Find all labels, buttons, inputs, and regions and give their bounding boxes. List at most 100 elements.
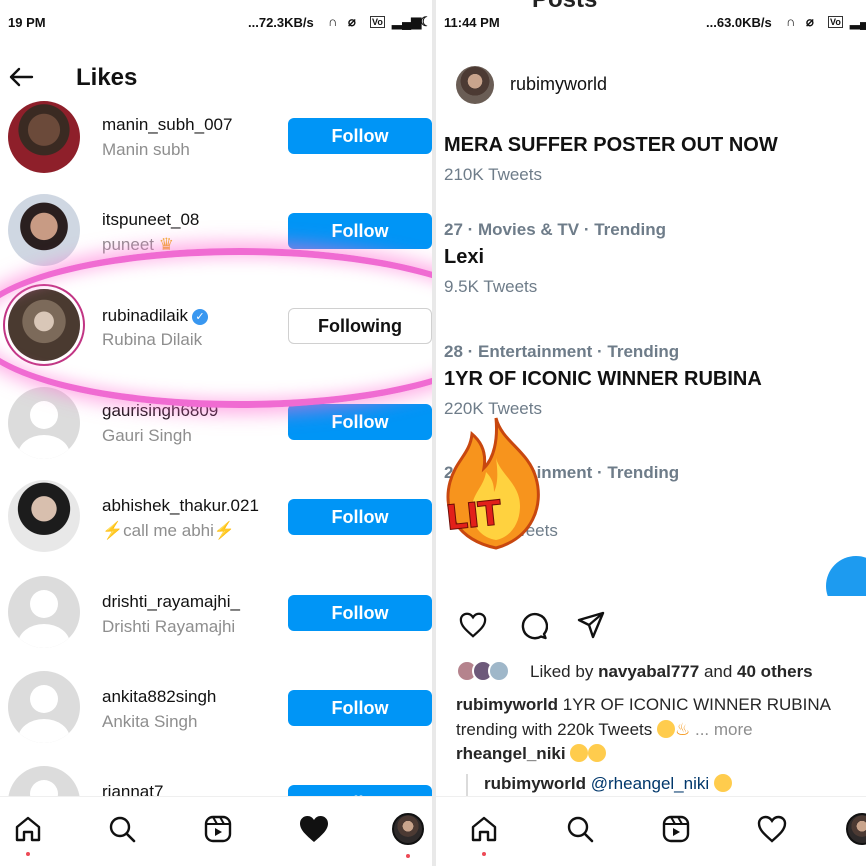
full-name-text: puneet [102,235,154,254]
trend-name: MERA SUFFER POSTER OUT NOW [444,134,778,156]
liked-by-row[interactable]: Liked by navyabal777 and 40 others [456,660,866,684]
username[interactable]: drishti_rayamajhi_ [102,592,240,612]
profile-avatar[interactable] [390,811,426,858]
status-bar: 11:44 PM ...63.0KB/s ∩ ⌀ Vo ▂▄ [436,0,866,44]
lit-fire-sticker: LIT [436,414,556,564]
sticker-text: LIT [444,493,503,539]
trend-item: 27 · Movies & TV · Trending Lexi 9.5K Tw… [444,220,666,297]
full-name: Gauri Singh [102,426,192,445]
reply-thread-line [466,774,468,796]
default-avatar-icon[interactable] [8,576,80,648]
notification-dot [406,854,410,858]
full-name: puneet ♛ [102,235,174,255]
follow-button[interactable]: Follow [288,118,432,154]
like-row-highlighted[interactable]: rubinadilaik ✓ Rubina Dilaik Following [0,289,432,387]
username[interactable]: rubinadilaik ✓ [102,306,208,326]
avatar[interactable] [8,101,80,173]
username[interactable]: gaurisingh6809 [102,401,218,421]
follow-button[interactable]: Follow [288,690,432,726]
heart-outline-icon[interactable] [754,811,790,847]
headphones-icon: ∩ [328,14,338,29]
like-row[interactable]: itspuneet_08 puneet ♛ Follow [0,194,432,293]
fire-icon [446,417,540,550]
like-row[interactable]: abhishek_thakur.021 ⚡call me abhi⚡ Follo… [0,480,432,579]
signal-icon: ▂▄ [850,14,866,29]
post-header: rubimyworld [436,56,866,116]
comment-icon[interactable] [516,608,550,642]
notification-dot [26,852,30,856]
signal-icon: ▂▄▆ [392,14,422,29]
back-arrow-icon[interactable] [8,64,34,95]
caption-username[interactable]: rubimyworld [456,695,558,714]
home-icon[interactable] [466,811,502,856]
full-name: Manin subh [102,140,190,159]
reels-icon[interactable] [200,811,236,847]
username[interactable]: manin_subh_007 [102,115,232,135]
heart-filled-icon[interactable] [296,811,332,847]
default-avatar-icon[interactable] [8,387,80,459]
username-text: rubinadilaik [102,306,188,325]
fire-emoji-icon: ♨ [674,720,691,739]
mute-icon: ⌀ [348,14,356,29]
trend-name: Lexi [444,246,485,268]
liked-by-text[interactable]: Liked by navyabal777 and 40 others [530,662,813,682]
search-icon[interactable] [562,811,598,847]
username[interactable]: abhishek_thakur.021 [102,496,259,516]
profile-avatar-image [846,813,866,845]
heart-eyes-emoji-icon [570,744,589,762]
avatar[interactable] [8,480,80,552]
bottom-nav [436,796,866,866]
network-speed: ...63.0KB/s [706,15,772,30]
avatar[interactable] [8,289,80,361]
more-link[interactable]: ... more [695,720,753,739]
reels-icon[interactable] [658,811,694,847]
home-icon[interactable] [10,811,46,856]
username[interactable]: ankita882singh [102,687,216,707]
share-send-icon[interactable] [574,608,608,642]
reply-mention[interactable]: @rheangel_niki [591,774,709,793]
trend-count: 9.5K Tweets [444,277,538,296]
battery-icon: ☾ [420,14,432,29]
heart-eyes-emoji-icon [713,774,732,792]
volte-icon: Vo [370,16,385,28]
post-author-username[interactable]: rubimyworld [510,74,607,95]
trend-name: 1YR OF ICONIC WINNER RUBINA [444,368,762,390]
full-name: Drishti Rayamajhi [102,617,236,636]
post-caption: rubimyworld 1YR OF ICONIC WINNER RUBINA … [456,692,856,742]
trend-count: 210K Tweets [444,165,542,184]
username[interactable]: itspuneet_08 [102,210,199,230]
like-row[interactable]: gaurisingh6809 Gauri Singh Follow [0,387,432,484]
profile-avatar-image [392,813,424,845]
avatar[interactable] [8,194,80,266]
post-author-avatar[interactable] [456,66,494,104]
like-row[interactable]: drishti_rayamajhi_ Drishti Rayamajhi Fol… [0,576,432,675]
follow-button[interactable]: Follow [288,595,432,631]
comment: rheangel_niki [456,744,607,764]
search-icon[interactable] [104,811,140,847]
mute-icon: ⌀ [806,14,814,29]
liked-by-others[interactable]: 40 others [737,662,813,681]
heart-eyes-emoji-icon [656,720,675,738]
post-actions [436,604,866,644]
reply-comment: rubimyworld @rheangel_niki [484,774,732,794]
post-image[interactable]: MERA SUFFER POSTER OUT NOW 210K Tweets 2… [436,118,866,596]
liked-by-prefix: Liked by [530,662,594,681]
page-title: Likes [76,64,138,91]
following-button[interactable]: Following [288,308,432,344]
like-heart-icon[interactable] [456,608,490,642]
heart-eyes-emoji-icon [588,744,607,762]
like-row[interactable]: ankita882singh Ankita Singh Follow [0,671,432,770]
reply-username[interactable]: rubimyworld [484,774,586,793]
liked-by-user[interactable]: navyabal777 [598,662,699,681]
follow-button[interactable]: Follow [288,213,432,249]
follow-button[interactable]: Follow [288,404,432,440]
comment-username[interactable]: rheangel_niki [456,744,566,763]
follow-button[interactable]: Follow [288,499,432,535]
trend-item: MERA SUFFER POSTER OUT NOW 210K Tweets [444,128,778,185]
default-avatar-icon[interactable] [8,671,80,743]
headphones-icon: ∩ [786,14,796,29]
network-speed: ...72.3KB/s [248,15,314,30]
profile-avatar[interactable] [844,811,866,847]
screenshot-composite: 19 PM ...72.3KB/s ∩ ⌀ Vo ▂▄▆ ☾ Likes man… [0,0,866,866]
like-row[interactable]: manin_subh_007 Manin subh Follow [0,101,432,198]
